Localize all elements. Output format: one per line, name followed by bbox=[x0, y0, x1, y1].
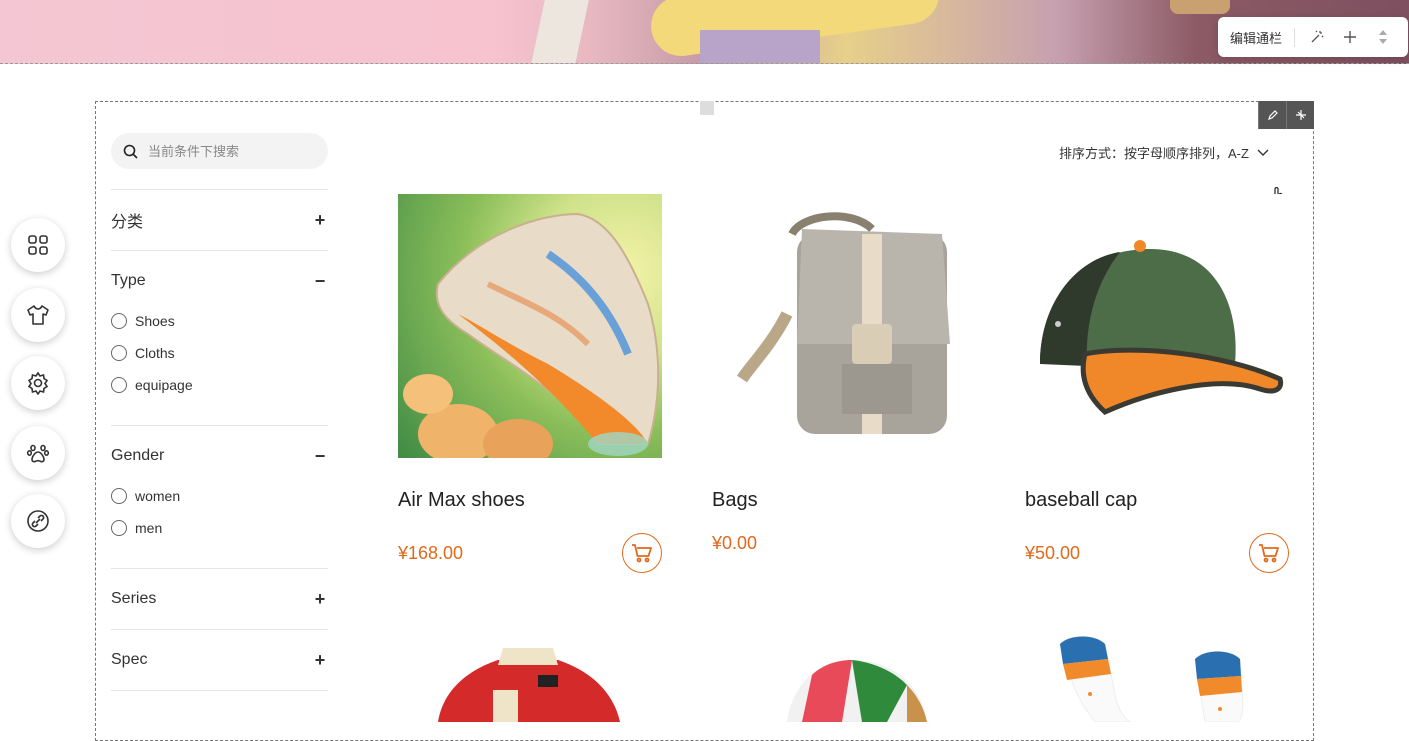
filter-group-gender: Gender − women men bbox=[111, 425, 328, 568]
product-image[interactable] bbox=[712, 194, 976, 458]
radio-button[interactable] bbox=[111, 520, 127, 536]
filter-option[interactable]: Shoes bbox=[111, 305, 328, 337]
filter-header[interactable]: Series + bbox=[111, 569, 328, 629]
magic-wand-icon[interactable] bbox=[1306, 26, 1328, 48]
option-label: equipage bbox=[135, 377, 193, 393]
filter-title: Series bbox=[111, 590, 157, 607]
section-tools bbox=[1258, 101, 1314, 129]
product-card[interactable] bbox=[712, 640, 976, 722]
product-name[interactable]: Air Max shoes bbox=[398, 489, 662, 513]
product-price: ¥168.00 bbox=[398, 542, 464, 563]
product-image[interactable] bbox=[1025, 634, 1289, 722]
search-icon bbox=[123, 144, 138, 159]
edit-banner-button[interactable]: 编辑通栏 bbox=[1230, 27, 1296, 47]
product-name[interactable]: Bags bbox=[712, 489, 976, 513]
product-card[interactable]: baseball cap ¥50.00 bbox=[1025, 194, 1289, 573]
filter-group-category: 分类 + bbox=[111, 189, 328, 250]
filter-header[interactable]: Spec + bbox=[111, 630, 328, 690]
cart-icon bbox=[1259, 544, 1279, 563]
pencil-icon[interactable] bbox=[1258, 101, 1286, 129]
product-image[interactable] bbox=[712, 640, 976, 722]
chevron-down-icon bbox=[1257, 149, 1269, 156]
expand-icon[interactable]: + bbox=[312, 650, 328, 671]
product-name[interactable]: baseball cap bbox=[1025, 489, 1289, 513]
filter-title: Spec bbox=[111, 651, 148, 668]
filter-group-type: Type − Shoes Cloths equipage bbox=[111, 250, 328, 425]
filter-header[interactable]: 分类 + bbox=[111, 190, 328, 250]
add-to-cart-button[interactable] bbox=[622, 533, 662, 573]
filter-option[interactable]: Cloths bbox=[111, 337, 328, 369]
banner-toolbar: 编辑通栏 bbox=[1218, 17, 1408, 57]
add-icon[interactable] bbox=[1339, 26, 1361, 48]
filter-group-spec: Spec + bbox=[111, 629, 328, 690]
option-label: Cloths bbox=[135, 345, 175, 361]
radio-button[interactable] bbox=[111, 345, 127, 361]
product-card[interactable] bbox=[1025, 634, 1289, 722]
hero-banner bbox=[0, 0, 1409, 64]
sort-label: 排序方式：按字母顺序排列，A-Z bbox=[1059, 146, 1249, 161]
sidebar-link-button[interactable] bbox=[11, 494, 65, 548]
option-label: Shoes bbox=[135, 313, 175, 329]
option-label: men bbox=[135, 520, 163, 536]
product-card[interactable]: Bags ¥0.00 bbox=[712, 194, 976, 554]
gear-icon bbox=[27, 371, 49, 395]
radio-button[interactable] bbox=[111, 488, 127, 504]
sidebar-products-button[interactable] bbox=[11, 288, 65, 342]
filter-panel: 分类 + Type − Shoes Cloths equipage Gender… bbox=[111, 189, 328, 691]
product-price: ¥50.00 bbox=[1025, 542, 1081, 563]
filter-title: Type bbox=[111, 272, 146, 289]
product-image[interactable] bbox=[1025, 194, 1289, 458]
sort-dropdown[interactable]: 排序方式：按字母顺序排列，A-Z bbox=[1059, 143, 1269, 162]
filter-title: Gender bbox=[111, 447, 165, 464]
sidebar-apps-button[interactable] bbox=[11, 218, 65, 272]
search-input[interactable] bbox=[148, 143, 318, 159]
section-handle[interactable] bbox=[700, 101, 714, 115]
sidebar-pets-button[interactable] bbox=[11, 426, 65, 480]
filter-search[interactable] bbox=[111, 133, 328, 169]
sidebar-settings-button[interactable] bbox=[11, 356, 65, 410]
filter-title: 分类 bbox=[111, 214, 144, 231]
filter-option[interactable]: equipage bbox=[111, 369, 328, 401]
expand-icon[interactable]: + bbox=[312, 589, 328, 610]
expand-icon[interactable]: + bbox=[312, 210, 328, 231]
filter-header[interactable]: Gender − bbox=[111, 426, 328, 486]
radio-button[interactable] bbox=[111, 313, 127, 329]
product-card[interactable]: Air Max shoes ¥168.00 bbox=[398, 194, 662, 573]
magic-wand-icon[interactable] bbox=[1286, 101, 1314, 129]
filter-option[interactable]: women bbox=[111, 480, 328, 512]
option-label: women bbox=[135, 488, 181, 504]
filter-group-series: Series + bbox=[111, 568, 328, 629]
product-price: ¥0.00 bbox=[712, 533, 758, 553]
radio-button[interactable] bbox=[111, 377, 127, 393]
add-to-cart-button[interactable] bbox=[1249, 533, 1289, 573]
product-image[interactable] bbox=[398, 194, 662, 458]
grid-icon bbox=[28, 235, 48, 255]
filter-option[interactable]: men bbox=[111, 512, 328, 544]
collapse-icon[interactable]: − bbox=[312, 271, 328, 292]
filter-header[interactable]: Type − bbox=[111, 251, 328, 311]
collapse-icon[interactable]: − bbox=[312, 446, 328, 467]
product-card[interactable] bbox=[398, 640, 662, 722]
reorder-icon[interactable] bbox=[1372, 26, 1394, 48]
link-icon bbox=[27, 510, 49, 532]
product-image[interactable] bbox=[398, 640, 662, 722]
cart-icon bbox=[632, 544, 652, 563]
tshirt-icon bbox=[27, 305, 49, 325]
paw-icon bbox=[26, 444, 50, 463]
